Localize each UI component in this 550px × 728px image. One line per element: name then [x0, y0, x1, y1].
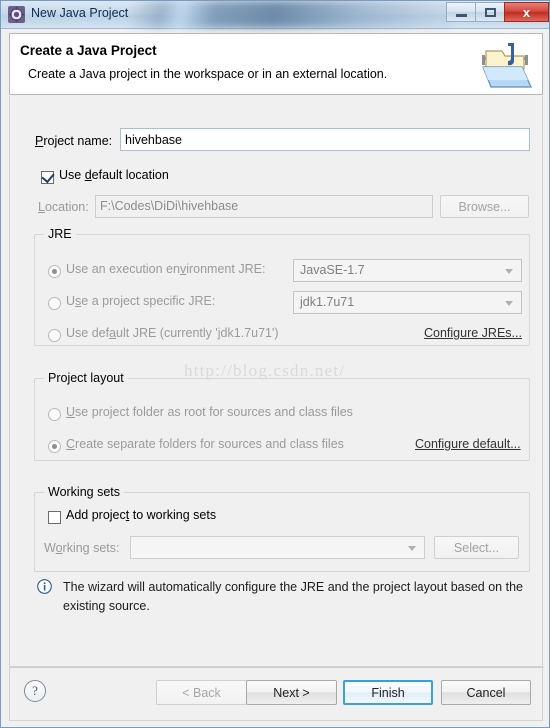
execution-environment-combo[interactable]: JavaSE-1.7	[293, 259, 522, 282]
eclipse-wizard-icon	[8, 6, 25, 23]
minimize-button[interactable]	[446, 2, 475, 22]
close-icon: x	[522, 4, 531, 20]
project-name-label: Project name:	[35, 134, 113, 148]
page-subtitle: Create a Java project in the workspace o…	[28, 67, 388, 81]
location-label: Location:	[38, 200, 89, 214]
chevron-down-icon	[408, 546, 416, 551]
wizard-header: Create a Java Project Create a Java proj…	[9, 33, 543, 95]
radio-dot-icon	[52, 269, 57, 274]
radio-separate-folders[interactable]	[48, 440, 61, 453]
radio-project-folder-root-label: Use project folder as root for sources a…	[66, 405, 353, 419]
project-name-input[interactable]	[120, 128, 530, 151]
project-specific-jre-value: jdk1.7u71	[300, 295, 355, 309]
configure-jres-link[interactable]: Configure JREs...	[424, 326, 522, 340]
info-icon	[37, 579, 52, 594]
chevron-down-icon	[505, 269, 513, 274]
cancel-button-label: Cancel	[466, 685, 506, 700]
use-default-location-checkbox[interactable]	[41, 169, 55, 184]
jre-group-title: JRE	[44, 227, 76, 241]
select-working-sets-button[interactable]: Select...	[434, 536, 519, 559]
add-to-working-sets-label: Add project to working sets	[66, 508, 217, 522]
configure-default-link[interactable]: Configure default...	[415, 437, 521, 451]
location-input[interactable]: F:\Codes\DiDi\hivehbase	[95, 195, 433, 218]
execution-environment-value: JavaSE-1.7	[300, 263, 365, 277]
working-sets-combo[interactable]	[130, 536, 425, 559]
page-title: Create a Java Project	[20, 43, 157, 58]
help-button[interactable]: ?	[24, 680, 46, 702]
browse-button[interactable]: Browse...	[440, 195, 529, 218]
footer-divider	[10, 667, 544, 668]
working-sets-label: Working sets:	[44, 541, 120, 555]
radio-execution-environment-jre[interactable]	[48, 265, 61, 278]
window-controls: x	[446, 2, 549, 22]
finish-button[interactable]: Finish	[343, 680, 433, 705]
new-java-project-dialog: New Java Project x Create a Java Project…	[0, 0, 550, 728]
cancel-button[interactable]: Cancel	[441, 680, 531, 705]
radio-execution-environment-jre-label: Use an execution environment JRE:	[66, 262, 266, 276]
radio-separate-folders-label: Create separate folders for sources and …	[66, 437, 344, 451]
minimize-icon	[455, 14, 467, 17]
close-button[interactable]: x	[504, 2, 549, 22]
back-button[interactable]: < Back	[156, 680, 247, 705]
next-button[interactable]: Next >	[246, 680, 337, 705]
maximize-button[interactable]	[475, 2, 504, 22]
window-title: New Java Project	[31, 6, 129, 20]
finish-button-label: Finish	[371, 685, 405, 700]
project-layout-group-title: Project layout	[44, 371, 128, 385]
add-to-working-sets-checkbox[interactable]	[48, 511, 61, 524]
select-button-label: Select...	[453, 540, 500, 555]
project-specific-jre-combo[interactable]: jdk1.7u71	[293, 291, 522, 314]
working-sets-group: Working sets	[34, 485, 530, 572]
wizard-body: http://blog.csdn.net/ Project name: Use …	[9, 96, 543, 666]
radio-project-folder-root[interactable]	[48, 408, 61, 421]
next-button-label: Next >	[273, 685, 310, 700]
chevron-down-icon	[505, 301, 513, 306]
question-mark-icon: ?	[32, 683, 38, 698]
back-button-label: < Back	[182, 685, 221, 700]
browse-button-label: Browse...	[458, 199, 511, 214]
radio-default-jre[interactable]	[48, 329, 61, 342]
maximize-icon	[484, 7, 496, 17]
title-bar: New Java Project x	[1, 1, 549, 29]
wizard-info-message: The wizard will automatically configure …	[63, 580, 523, 613]
radio-project-specific-jre[interactable]	[48, 297, 61, 310]
checkmark-icon	[41, 169, 55, 184]
title-bar-blurred-region	[131, 1, 451, 28]
radio-default-jre-label: Use default JRE (currently 'jdk1.7u71')	[66, 326, 279, 340]
use-default-location-label: Use default location	[59, 168, 169, 182]
java-project-folder-icon	[482, 43, 532, 88]
working-sets-group-title: Working sets	[44, 485, 125, 499]
radio-project-specific-jre-label: Use a project specific JRE:	[66, 294, 216, 308]
radio-dot-icon	[52, 444, 57, 449]
project-name-label-text: roject name:	[43, 134, 113, 148]
